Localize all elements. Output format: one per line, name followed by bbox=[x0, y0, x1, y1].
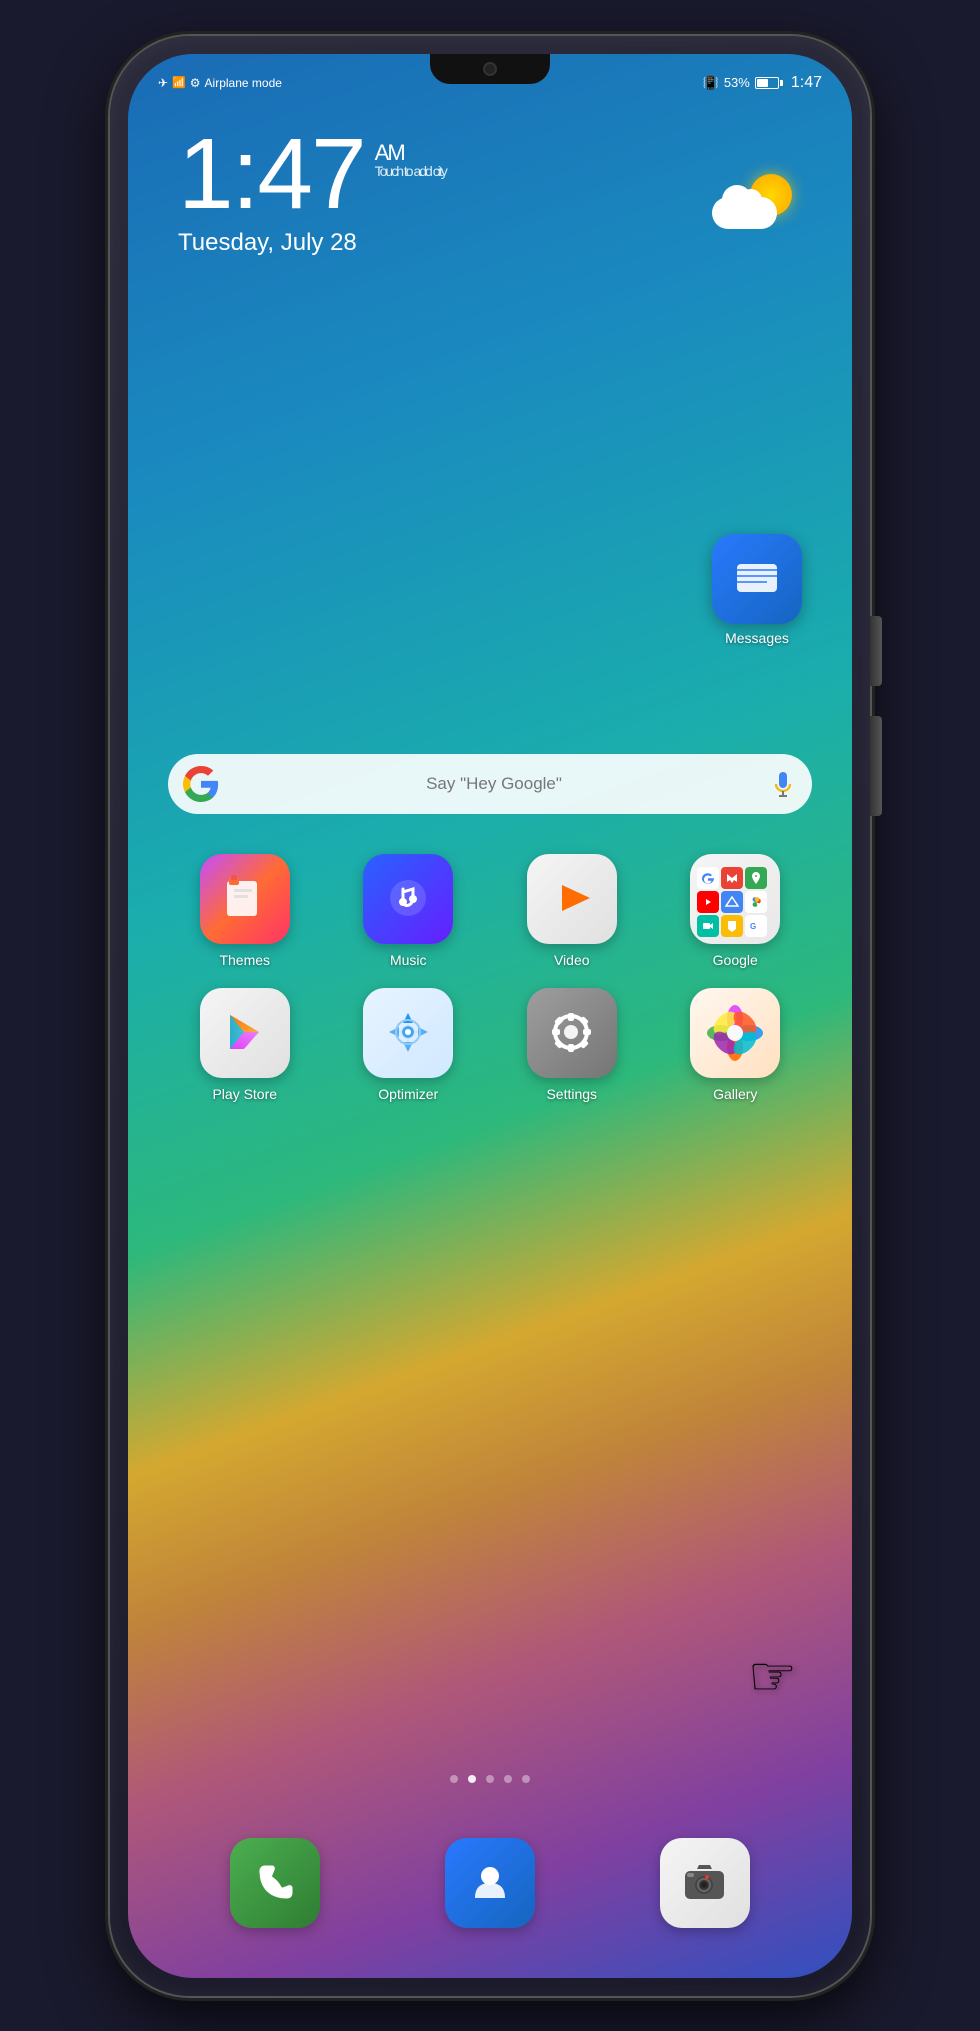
music-label: Music bbox=[390, 952, 427, 968]
page-dot-1[interactable] bbox=[468, 1775, 476, 1783]
google-folder-icon: G bbox=[690, 854, 780, 944]
contacts-svg bbox=[465, 1858, 515, 1908]
settings-status-icon: ⚙ bbox=[190, 76, 201, 90]
gallery-app[interactable]: Gallery bbox=[659, 988, 813, 1102]
video-icon bbox=[527, 854, 617, 944]
play-store-app[interactable]: Play Store bbox=[168, 988, 322, 1102]
messages-app-icon[interactable]: Messages bbox=[712, 534, 802, 646]
gallery-svg bbox=[705, 1003, 765, 1063]
phone-dock-item[interactable] bbox=[230, 1838, 320, 1928]
messages-svg bbox=[732, 554, 782, 604]
settings-icon bbox=[527, 988, 617, 1078]
messages-label: Messages bbox=[725, 630, 789, 646]
cloud-body bbox=[712, 197, 777, 229]
music-svg bbox=[381, 871, 436, 926]
airplane-mode-icon: ✈ bbox=[158, 76, 168, 90]
optimizer-icon bbox=[363, 988, 453, 1078]
google-folder-label: Google bbox=[713, 952, 758, 968]
dock bbox=[168, 1838, 812, 1928]
phone-screen: ✈ 📶 ⚙ Airplane mode 📳 53% 1:47 1:4 bbox=[128, 54, 852, 1978]
clock-digits: 1:47 bbox=[178, 124, 365, 224]
vibrate-icon: 📳 bbox=[703, 75, 719, 91]
contacts-dock-item[interactable] bbox=[445, 1838, 535, 1928]
battery-icon bbox=[755, 77, 783, 89]
phone-device: ✈ 📶 ⚙ Airplane mode 📳 53% 1:47 1:4 bbox=[110, 36, 870, 1996]
clock-ampm: AM bbox=[375, 142, 446, 164]
themes-svg bbox=[217, 871, 272, 926]
phone-svg bbox=[250, 1858, 300, 1908]
music-app[interactable]: Music bbox=[332, 854, 486, 968]
wifi-icon: 📶 bbox=[172, 76, 186, 89]
music-icon bbox=[363, 854, 453, 944]
page-dot-3[interactable] bbox=[504, 1775, 512, 1783]
optimizer-app[interactable]: Optimizer bbox=[332, 988, 486, 1102]
page-dot-0[interactable] bbox=[450, 1775, 458, 1783]
weather-icon bbox=[712, 174, 792, 229]
clock-widget: 1:47 AM Touch to add city Tuesday, July … bbox=[178, 124, 446, 257]
google-search-bar[interactable]: Say "Hey Google" bbox=[168, 754, 812, 814]
optimizer-label: Optimizer bbox=[378, 1086, 438, 1102]
settings-label: Settings bbox=[546, 1086, 597, 1102]
play-store-svg bbox=[217, 1005, 272, 1060]
status-left: ✈ 📶 ⚙ Airplane mode bbox=[158, 76, 282, 90]
cursor-hand: ☞ bbox=[748, 1644, 797, 1708]
contacts-dock-icon bbox=[445, 1838, 535, 1928]
side-button-volume[interactable] bbox=[870, 616, 882, 686]
settings-svg bbox=[544, 1005, 599, 1060]
svg-text:G: G bbox=[750, 922, 756, 931]
gallery-label: Gallery bbox=[713, 1086, 757, 1102]
status-time: 1:47 bbox=[791, 74, 822, 92]
notch bbox=[430, 54, 550, 84]
video-app[interactable]: Video bbox=[495, 854, 649, 968]
side-button-power[interactable] bbox=[870, 716, 882, 816]
camera-svg bbox=[677, 1855, 732, 1910]
camera-dock-icon bbox=[660, 1838, 750, 1928]
themes-app[interactable]: Themes bbox=[168, 854, 322, 968]
clock-touch-label[interactable]: Touch to add city bbox=[375, 164, 446, 178]
battery-percent-text: 53% bbox=[724, 75, 750, 90]
clock-date: Tuesday, July 28 bbox=[178, 229, 446, 257]
page-dot-2[interactable] bbox=[486, 1775, 494, 1783]
airplane-mode-label: Airplane mode bbox=[205, 76, 282, 90]
play-store-label: Play Store bbox=[212, 1086, 277, 1102]
optimizer-svg bbox=[381, 1005, 436, 1060]
video-svg bbox=[544, 871, 599, 926]
gallery-icon bbox=[690, 988, 780, 1078]
themes-label: Themes bbox=[219, 952, 270, 968]
page-dots bbox=[128, 1775, 852, 1783]
clock-time-display: 1:47 AM Touch to add city bbox=[178, 124, 446, 224]
phone-dock-icon bbox=[230, 1838, 320, 1928]
camera-dock-item[interactable] bbox=[660, 1838, 750, 1928]
page-dot-4[interactable] bbox=[522, 1775, 530, 1783]
google-logo bbox=[183, 766, 219, 802]
settings-app[interactable]: Settings bbox=[495, 988, 649, 1102]
app-grid: Themes Music bbox=[168, 854, 812, 1102]
themes-icon bbox=[200, 854, 290, 944]
video-label: Video bbox=[554, 952, 590, 968]
messages-icon-image bbox=[712, 534, 802, 624]
google-folder-app[interactable]: G Google bbox=[659, 854, 813, 968]
play-store-icon bbox=[200, 988, 290, 1078]
search-placeholder: Say "Hey Google" bbox=[231, 774, 757, 794]
weather-widget[interactable] bbox=[712, 174, 792, 229]
front-camera bbox=[483, 62, 497, 76]
mic-icon[interactable] bbox=[769, 770, 797, 798]
status-right: 📳 53% 1:47 bbox=[703, 74, 822, 92]
